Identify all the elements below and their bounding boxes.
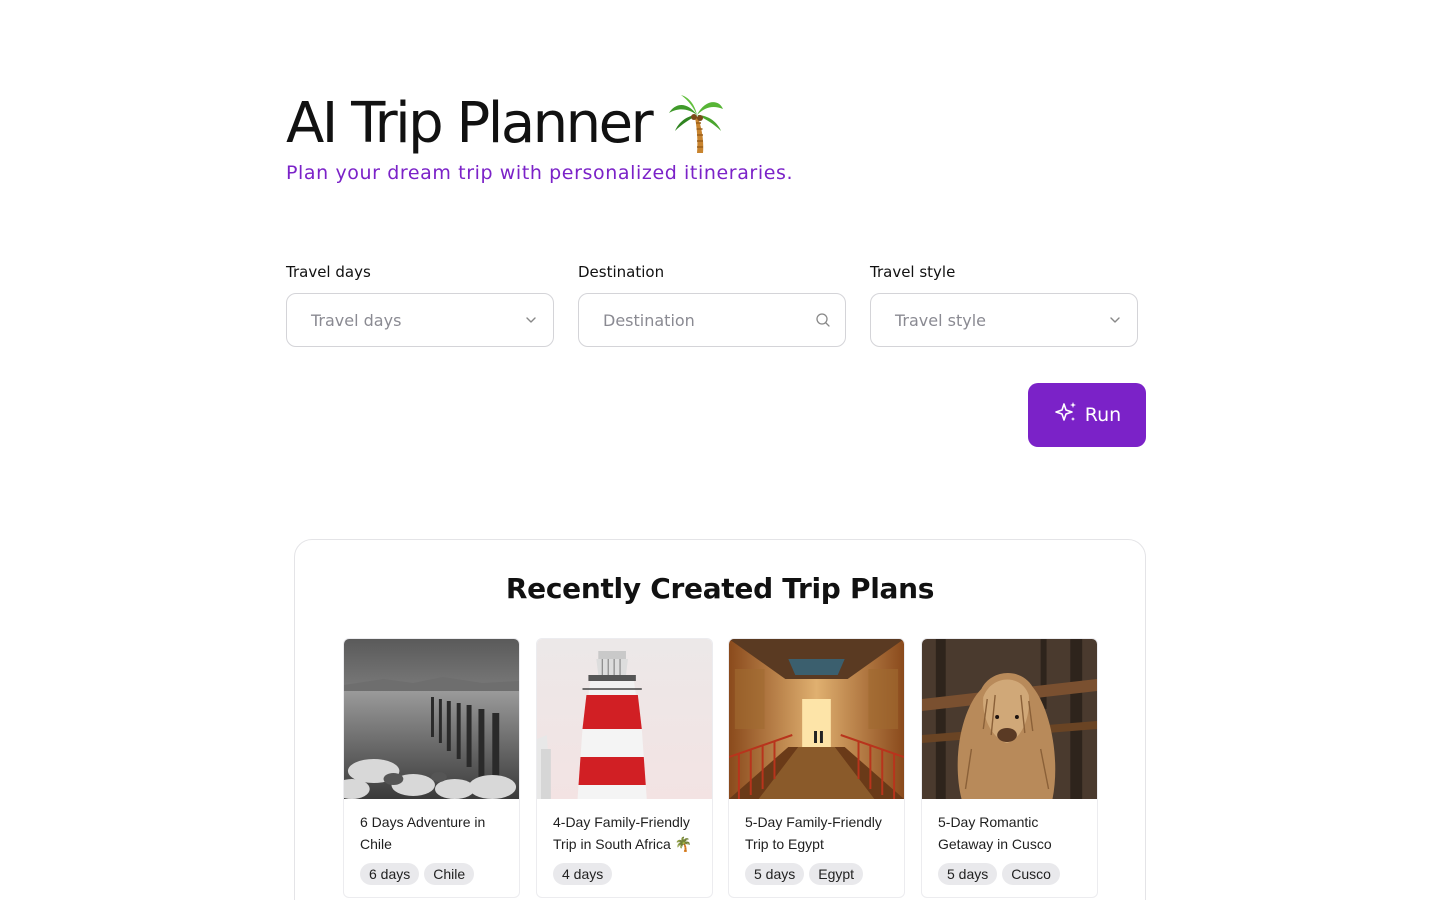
travel-style-field: Travel style Travel style	[870, 262, 1138, 347]
trip-card-image	[344, 639, 519, 799]
trip-card-tags: 4 days	[537, 855, 712, 885]
travel-style-label: Travel style	[870, 263, 956, 281]
duration-tag: 5 days	[745, 863, 805, 885]
trip-card-tags: 6 days Chile	[344, 855, 519, 885]
trip-card-title: 5-Day Romantic Getaway in Cusco	[938, 814, 1052, 852]
recent-trips-panel: Recently Created Trip Plans 6 Days Adven…	[294, 539, 1146, 900]
page-subtitle: Plan your dream trip with personalized i…	[286, 162, 794, 184]
trip-card-title: 6 Days Adventure in Chile	[360, 814, 486, 852]
trip-card-title: 4-Day Family-Friendly Trip in South Afri…	[553, 814, 693, 852]
destination-input[interactable]: Destination	[578, 293, 846, 347]
destination-placeholder: Destination	[603, 310, 695, 330]
page-title: AI Trip Planner	[286, 92, 793, 156]
palm-tree-icon	[667, 93, 725, 155]
trip-card-image	[729, 639, 904, 799]
duration-tag: 4 days	[553, 863, 613, 885]
destination-field: Destination Destination	[578, 262, 846, 347]
location-tag: Chile	[424, 863, 475, 885]
duration-tag: 5 days	[938, 863, 998, 885]
recent-trips-title: Recently Created Trip Plans	[505, 572, 935, 605]
trip-card-image	[537, 639, 712, 799]
duration-tag: 6 days	[360, 863, 420, 885]
travel-days-field: Travel days Travel days	[286, 262, 554, 347]
chevron-down-icon	[1107, 312, 1123, 328]
location-tag: Cusco	[1002, 863, 1060, 885]
trip-card-title: 5-Day Family-Friendly Trip to Egypt	[745, 814, 882, 852]
run-button[interactable]: Run	[1028, 383, 1146, 447]
travel-days-select[interactable]: Travel days	[286, 293, 554, 347]
run-button-label: Run	[1084, 404, 1122, 426]
trip-card-image	[922, 639, 1097, 799]
search-icon	[815, 312, 831, 328]
page-title-text: AI Trip Planner	[286, 91, 654, 156]
chevron-down-icon	[523, 312, 539, 328]
sparkles-icon	[1053, 400, 1079, 431]
page: AI Trip Planner Plan your dream trip wit…	[0, 0, 1440, 900]
trip-card-tags: 5 days Egypt	[729, 855, 904, 885]
trip-card-tags: 5 days Cusco	[922, 855, 1097, 885]
trip-card[interactable]: 5-Day Romantic Getaway in Cusco 5 days C…	[921, 638, 1098, 898]
trip-card[interactable]: 5-Day Family-Friendly Trip to Egypt 5 da…	[728, 638, 905, 898]
destination-label: Destination	[578, 263, 665, 281]
trip-card[interactable]: 6 Days Adventure in Chile 6 days Chile	[343, 638, 520, 898]
travel-style-select[interactable]: Travel style	[870, 293, 1138, 347]
travel-days-placeholder: Travel days	[311, 310, 402, 330]
travel-style-placeholder: Travel style	[895, 310, 987, 330]
travel-days-label: Travel days	[286, 263, 371, 281]
location-tag: Egypt	[809, 863, 864, 885]
trip-card[interactable]: 4-Day Family-Friendly Trip in South Afri…	[536, 638, 713, 898]
hero: AI Trip Planner Plan your dream trip wit…	[286, 92, 794, 185]
